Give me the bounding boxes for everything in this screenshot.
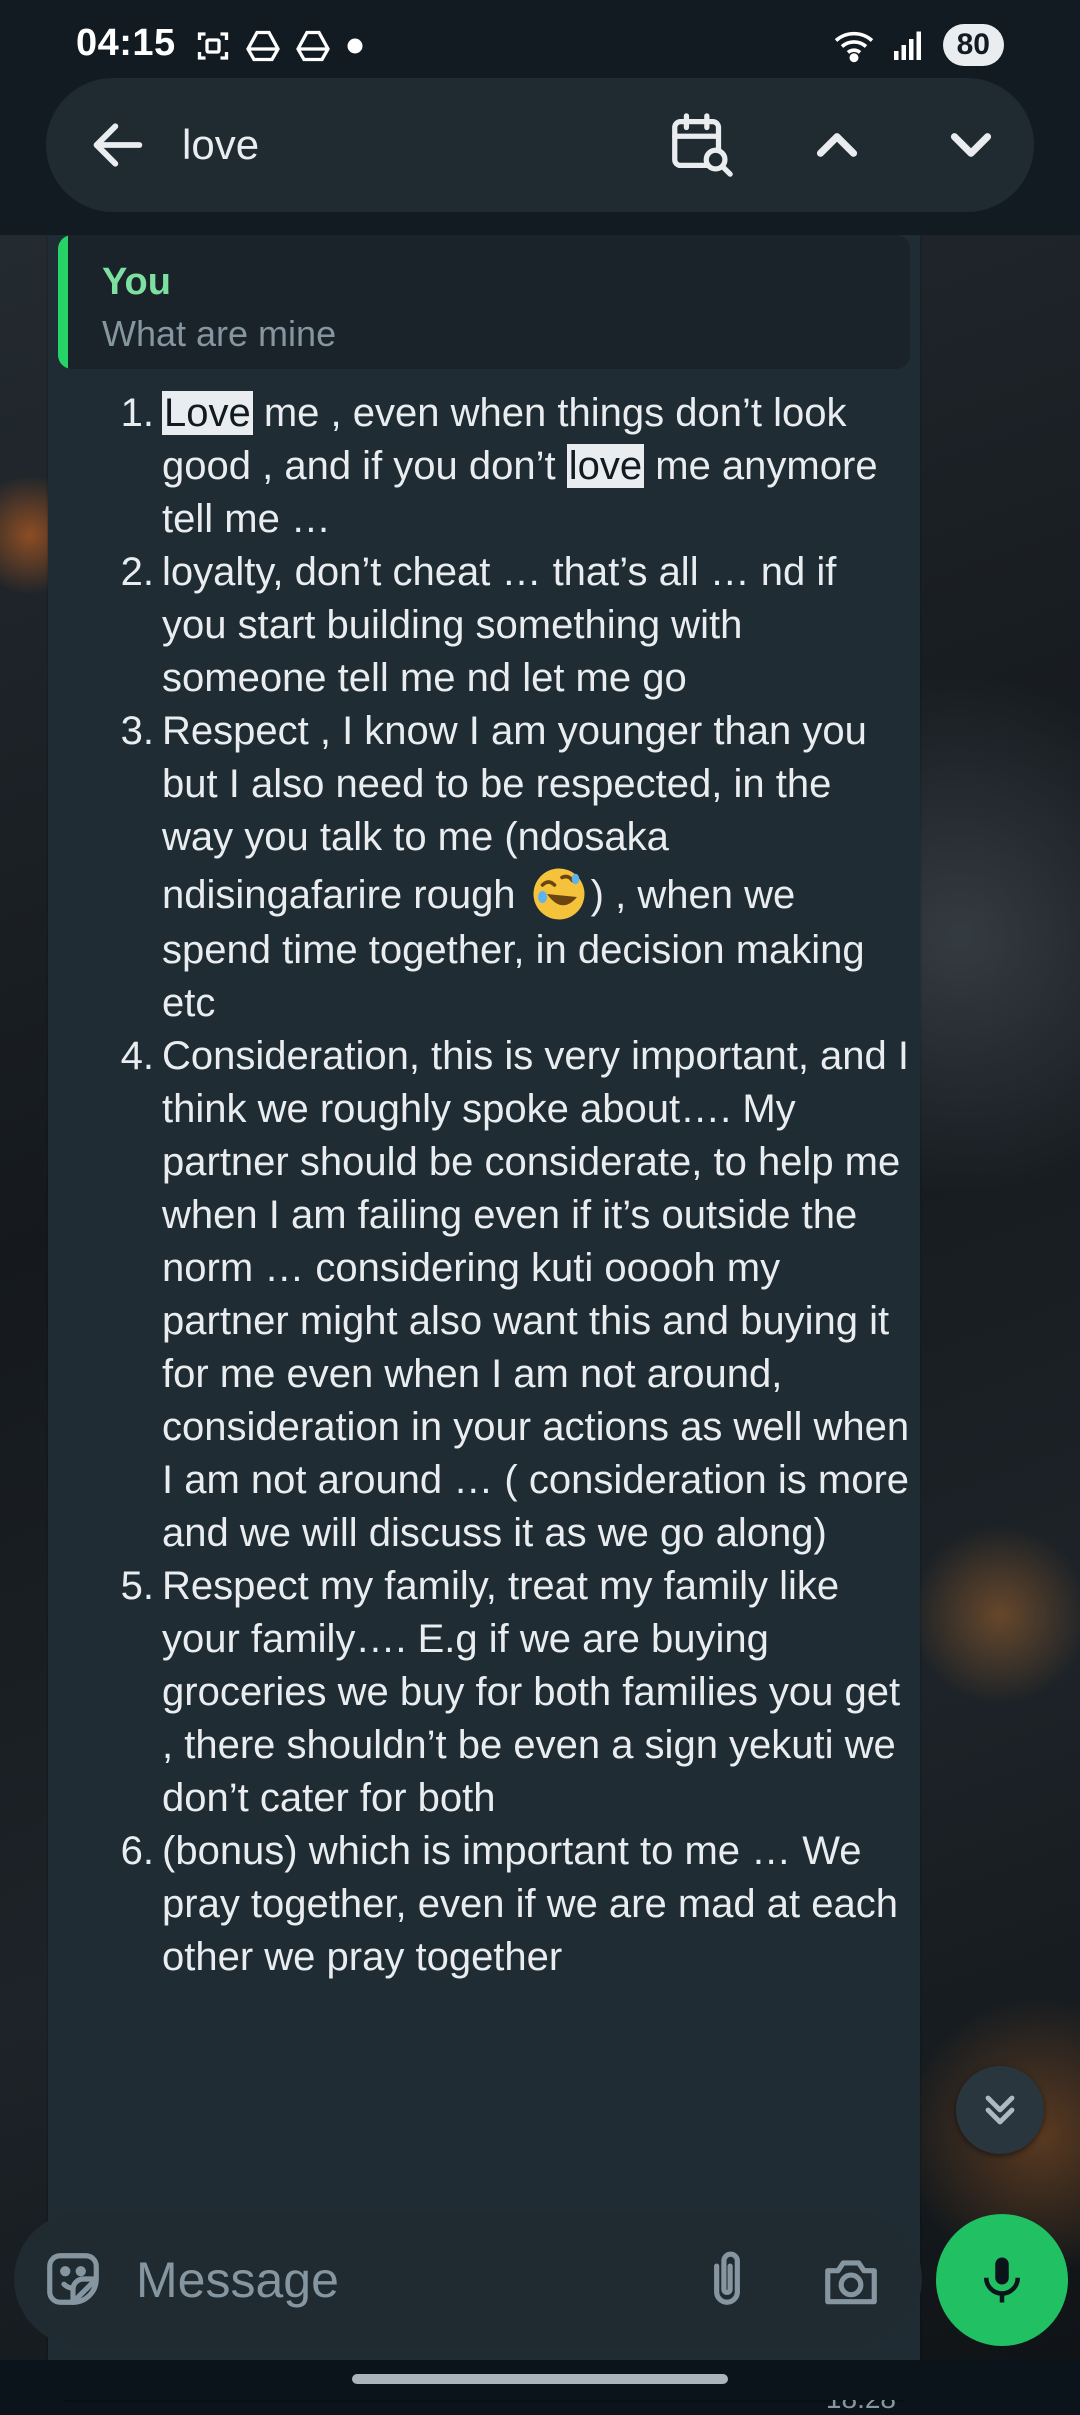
list-number: 3. — [120, 709, 154, 753]
list-number: 4. — [120, 1034, 154, 1078]
drive-icon-2 — [296, 30, 330, 62]
rolling-laughing-emoji-icon — [533, 868, 585, 920]
list-item: 4. Consideration, this is very important… — [110, 1030, 910, 1560]
list-item-text: Consideration, this is very important, a… — [162, 1034, 910, 1555]
list-item: 5. Respect my family, treat my family li… — [110, 1560, 910, 1825]
sticker-icon[interactable] — [42, 2248, 104, 2310]
camera-icon[interactable] — [820, 2250, 882, 2312]
wifi-icon — [834, 31, 873, 63]
list-item-text: loyalty, don’t cheat … that’s all … nd i… — [162, 550, 837, 700]
home-gesture-handle[interactable] — [352, 2374, 728, 2384]
chevron-down-icon[interactable] — [938, 112, 1004, 178]
list-item: 2. loyalty, don’t cheat … that’s all … n… — [110, 546, 910, 705]
search-bar — [46, 78, 1034, 212]
message-composer — [14, 2212, 922, 2346]
drive-icon — [246, 30, 280, 62]
signal-icon — [893, 31, 921, 60]
back-arrow-icon[interactable] — [86, 113, 150, 177]
list-item: 3. Respect , I know I am younger than yo… — [110, 705, 910, 1030]
chevron-up-icon[interactable] — [804, 112, 870, 178]
list-item: 6. (bonus) which is important to me … We… — [110, 1825, 910, 1984]
quote-text: What are mine — [102, 313, 337, 354]
search-input[interactable] — [180, 108, 664, 182]
scroll-to-bottom-button[interactable] — [956, 2066, 1044, 2154]
list-item-text: (bonus) which is important to me … We pr… — [162, 1829, 898, 1979]
system-icons: 80 — [833, 24, 1004, 66]
message-list: 1. Love me , even when things don’t look… — [110, 387, 910, 1984]
voice-message-button[interactable] — [936, 2214, 1068, 2346]
calendar-search-icon[interactable] — [666, 110, 736, 180]
navigation-bar — [0, 2360, 1080, 2400]
double-chevron-down-icon — [985, 2095, 1015, 2125]
list-item-text: Respect my family, treat my family like … — [162, 1564, 901, 1820]
quoted-reply[interactable]: You What are mine — [58, 235, 910, 369]
search-highlight: love — [566, 444, 645, 488]
list-item: 1. Love me , even when things don’t look… — [110, 387, 910, 546]
list-number: 5. — [120, 1564, 154, 1608]
notification-icons — [195, 28, 365, 64]
search-highlight: Love — [162, 391, 253, 435]
list-number: 1. — [120, 391, 154, 435]
microphone-icon — [984, 2257, 1020, 2303]
message-bubble[interactable]: You What are mine 1. Love me , even when… — [48, 235, 920, 2414]
list-number: 6. — [120, 1829, 154, 1873]
message-input[interactable] — [134, 2242, 678, 2318]
status-bar: 04:15 80 — [0, 0, 1080, 90]
quote-accent-bar — [58, 235, 68, 369]
quote-author: You — [102, 261, 171, 303]
paperclip-icon[interactable] — [696, 2248, 758, 2310]
status-time: 04:15 — [76, 22, 176, 64]
battery-indicator: 80 — [942, 24, 1004, 66]
screenshot-icon — [197, 32, 229, 60]
dot-icon — [347, 38, 363, 54]
list-number: 2. — [120, 550, 154, 594]
